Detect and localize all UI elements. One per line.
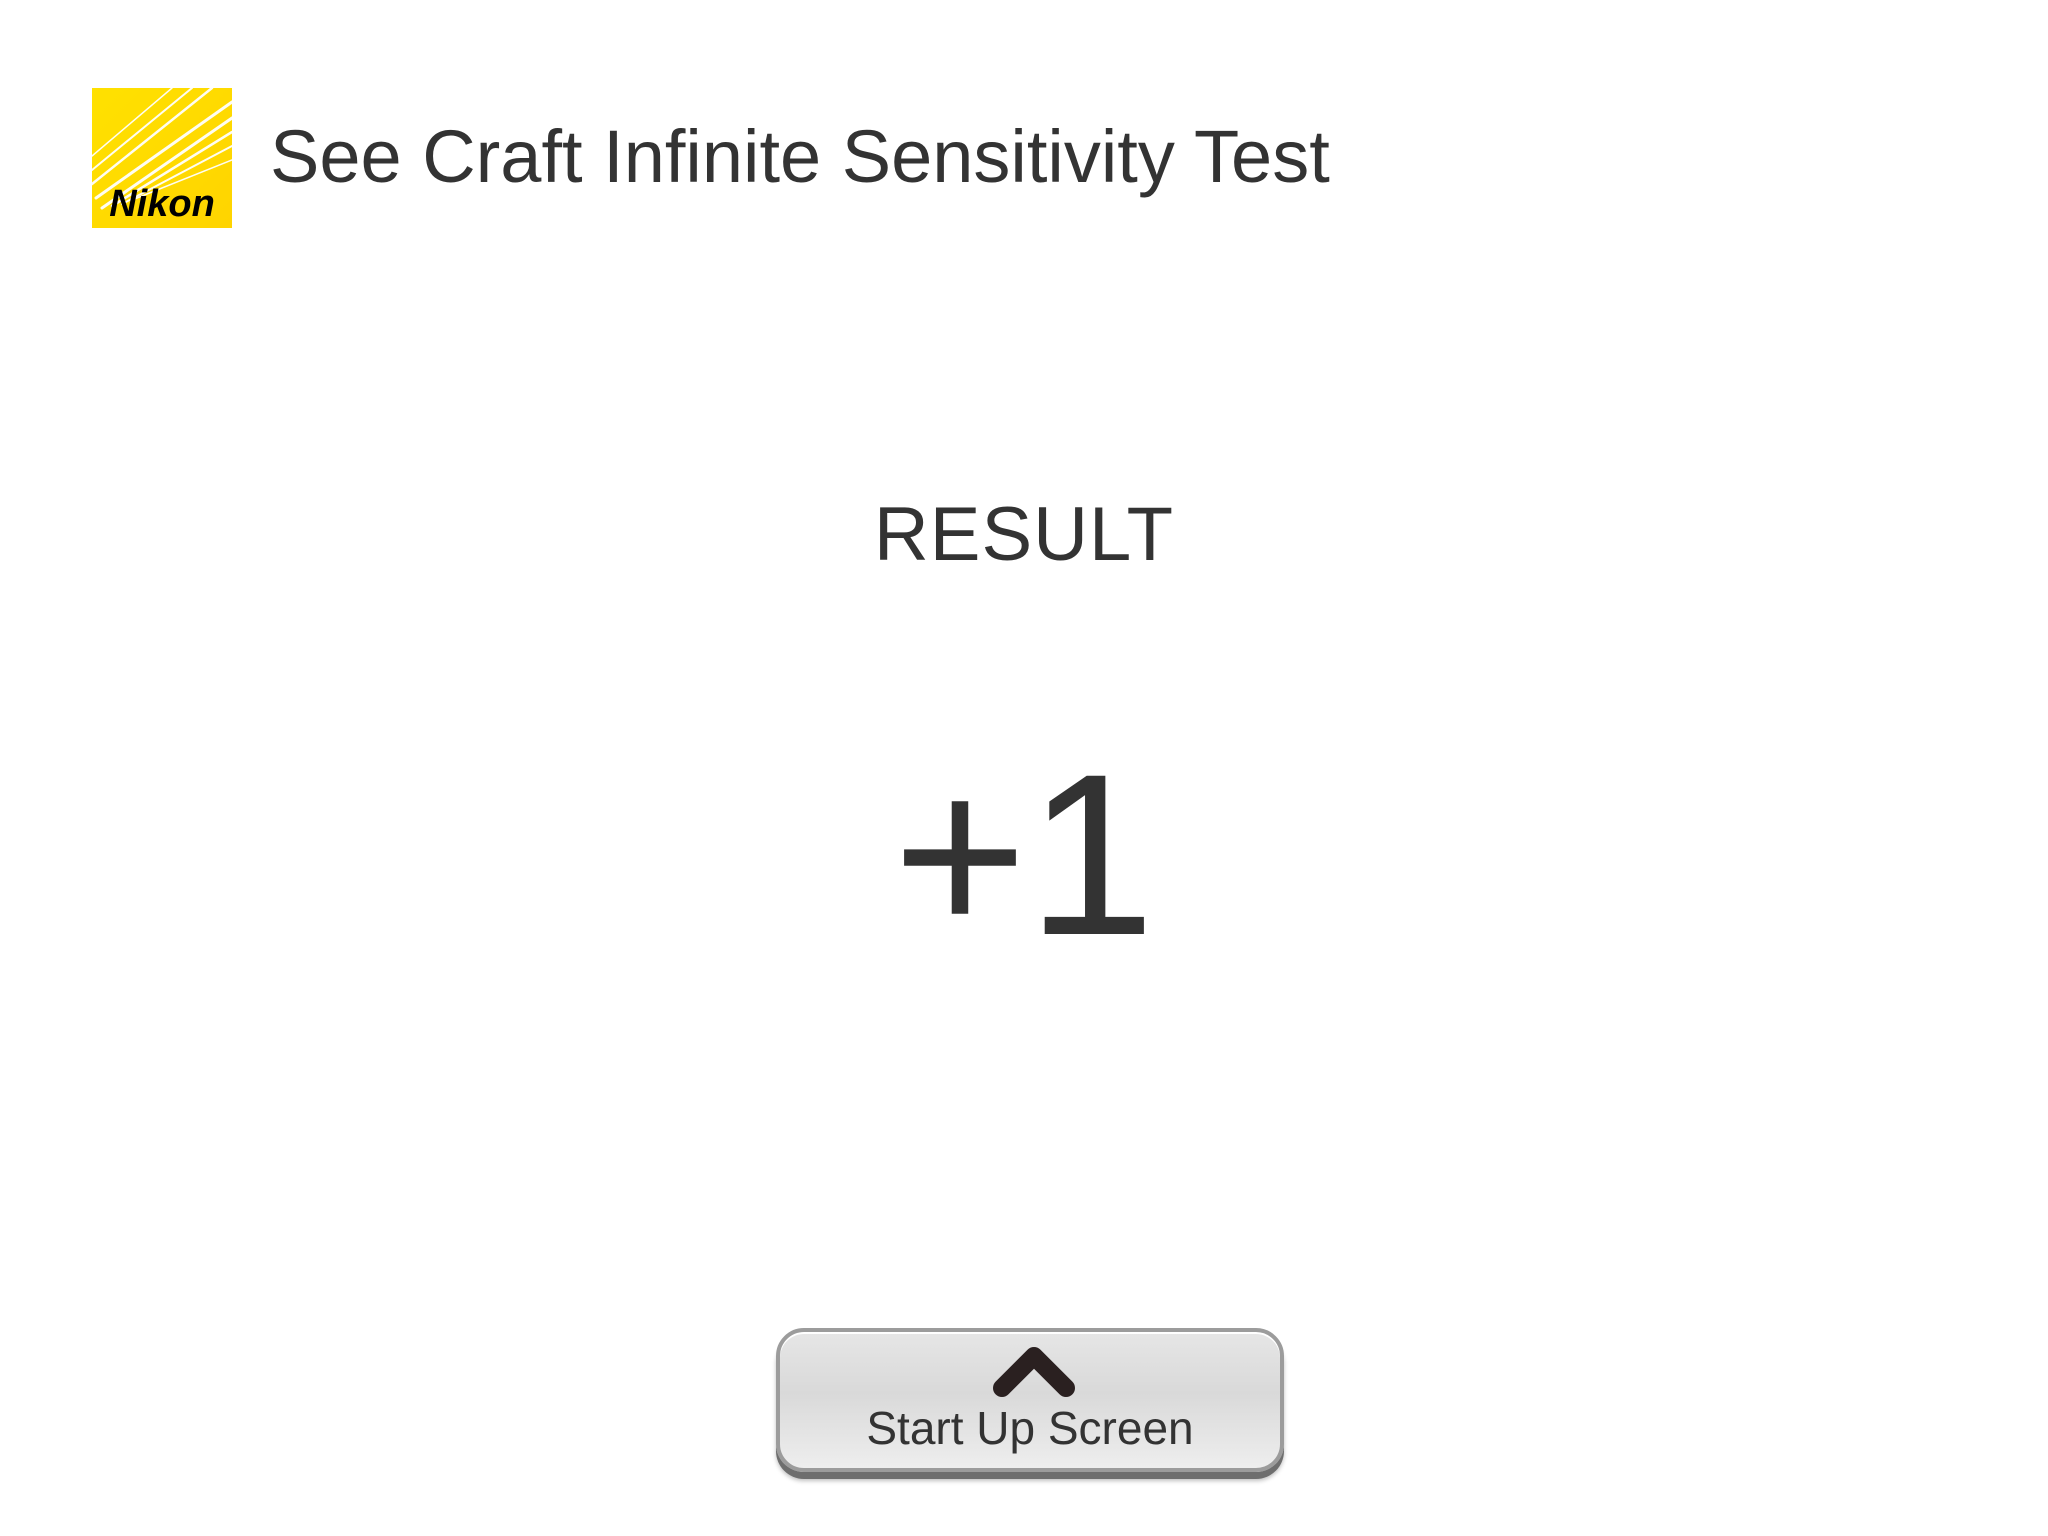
app-title: See Craft Infinite Sensitivity Test xyxy=(270,115,1330,198)
nikon-logo: Nikon xyxy=(92,88,232,228)
result-value: +1 xyxy=(892,726,1156,983)
result-label: RESULT xyxy=(873,492,1175,577)
logo-wordmark: Nikon xyxy=(109,183,215,225)
start-up-screen-label: Start Up Screen xyxy=(866,1402,1194,1454)
chevron-up-icon xyxy=(992,1342,1076,1398)
start-up-screen-button[interactable]: Start Up Screen xyxy=(776,1328,1284,1472)
result-screen: Nikon See Craft Infinite Sensitivity Tes… xyxy=(0,0,2048,1536)
